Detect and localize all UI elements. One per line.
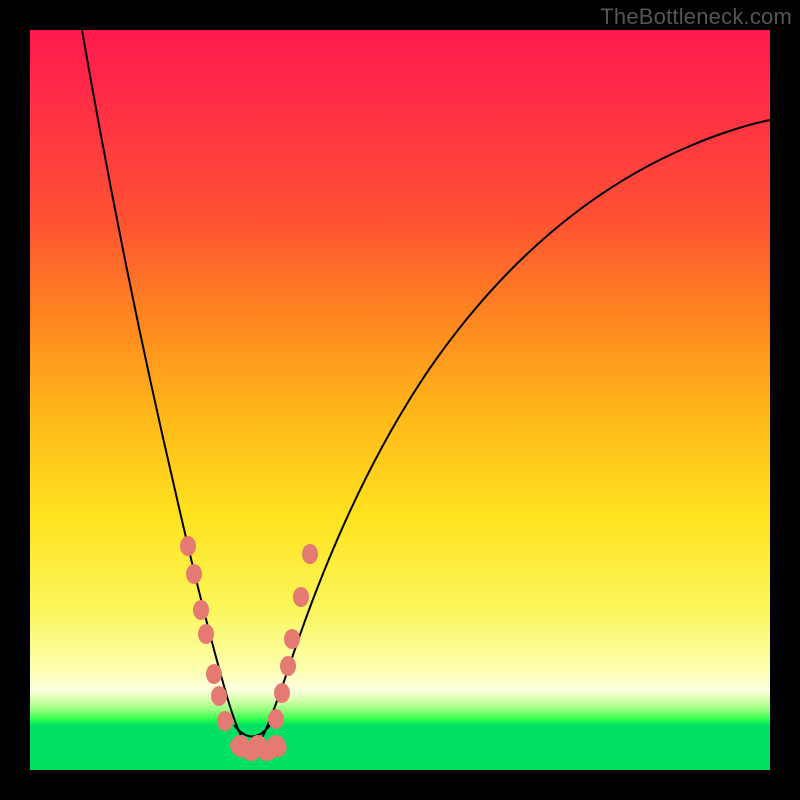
marker-right-3 [280, 656, 296, 676]
marker-left-4 [198, 624, 214, 644]
marker-right-4 [284, 629, 300, 649]
marker-left-7 [217, 711, 233, 731]
marker-bottom-cluster [230, 735, 287, 761]
marker-right-5 [293, 587, 309, 607]
curve-right-branch [258, 120, 770, 746]
plot-area [30, 30, 770, 770]
marker-right-6 [302, 544, 318, 564]
marker-left-3 [193, 600, 209, 620]
chart-frame: TheBottleneck.com [0, 0, 800, 800]
marker-right-1 [268, 709, 284, 729]
marker-left-6 [211, 686, 227, 706]
marker-left-1 [180, 536, 196, 556]
curve-left-branch [82, 30, 246, 746]
marker-left-2 [186, 564, 202, 584]
watermark-text: TheBottleneck.com [600, 4, 792, 30]
marker-right-2 [274, 683, 290, 703]
bottleneck-curve [30, 30, 770, 770]
marker-left-5 [206, 664, 222, 684]
